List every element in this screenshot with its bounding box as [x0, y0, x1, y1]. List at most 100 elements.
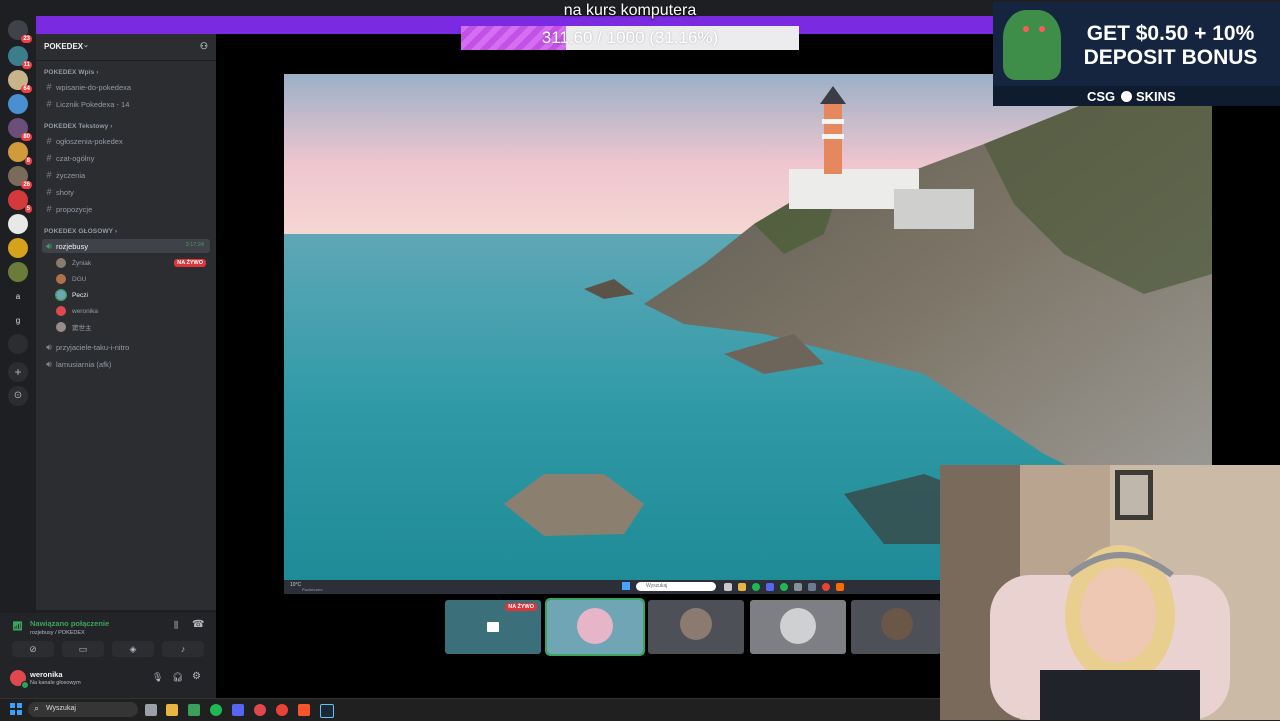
microphone-icon[interactable]: 🎙︎ — [152, 672, 163, 683]
hash-icon: # — [46, 99, 52, 109]
server-icon[interactable]: 64 — [8, 70, 32, 93]
text-channel[interactable]: # propozycje — [42, 202, 210, 216]
participant-thumbnail[interactable] — [851, 600, 941, 654]
hash-icon: # — [46, 153, 52, 163]
task-view-icon[interactable] — [145, 704, 157, 716]
text-channel[interactable]: # shoty — [42, 185, 210, 199]
speaker-icon: 🔊︎ — [46, 341, 52, 352]
server-icon[interactable] — [8, 262, 28, 282]
voice-user[interactable]: Żyniak NA ŻYWO — [56, 256, 206, 270]
participant-thumbnail-speaking[interactable] — [545, 598, 645, 656]
brave-icon[interactable] — [298, 704, 310, 716]
live-badge: NA ŻYWO — [505, 603, 537, 611]
app-icon[interactable] — [254, 704, 266, 716]
participant-thumbnail[interactable] — [750, 600, 846, 654]
server-letter-icon[interactable]: g — [0, 316, 36, 325]
server-icon[interactable]: 11 — [8, 46, 32, 69]
noise-suppression-icon[interactable]: ⫼ — [174, 620, 178, 631]
server-icon[interactable]: 5 — [8, 190, 32, 213]
direct-messages-icon[interactable]: 23 — [8, 20, 32, 43]
avatar — [56, 258, 66, 268]
gear-icon[interactable]: ⚙ — [192, 671, 201, 682]
text-channel[interactable]: # życzenia — [42, 168, 210, 182]
category-header[interactable]: POKEDEX Wpis › — [44, 69, 99, 76]
voice-channel[interactable]: 🔊︎ przyjaciele-taku-i-nitro — [42, 340, 210, 354]
activities-icon[interactable]: ◈ — [112, 641, 154, 657]
remote-app-icon — [808, 583, 816, 591]
server-icon[interactable] — [8, 334, 28, 354]
goal-progress-text: 311.60 / 1000 (31.16%) — [541, 28, 719, 47]
text-channel[interactable]: # czat-ogólny — [42, 151, 210, 165]
remote-chrome-icon — [822, 583, 830, 591]
headphones-icon[interactable]: 🎧︎ — [172, 672, 183, 683]
store-icon[interactable] — [188, 704, 200, 716]
voice-channel-active[interactable]: 🔊︎ rozjebusy 3:17:24 — [42, 239, 210, 253]
connection-signal-icon: 📶︎ — [12, 621, 24, 631]
remote-app-icon — [794, 583, 802, 591]
search-icon: ⌕ — [34, 703, 40, 713]
camera-toggle-icon[interactable]: ⊘ — [12, 641, 54, 657]
mascot-eye — [1039, 26, 1045, 32]
chrome-icon[interactable] — [276, 704, 288, 716]
avatar — [881, 608, 913, 640]
connection-status: Nawiązano połączenie — [30, 619, 110, 628]
voice-channel[interactable]: 🔊︎ lamusiarnia (afk) — [42, 357, 210, 371]
ad-brand: CSG — [1087, 89, 1116, 104]
category-header[interactable]: POKEDEX GŁOSOWY › — [44, 228, 117, 235]
text-channel[interactable]: # Licznik Pokedexa - 14 — [42, 97, 210, 111]
invite-people-icon[interactable]: ⚇ — [200, 41, 208, 52]
remote-app-icon — [724, 583, 732, 591]
file-explorer-icon[interactable] — [166, 704, 178, 716]
avatar — [577, 608, 613, 644]
connection-location[interactable]: rozjebusy / POKEDEX — [30, 630, 85, 636]
start-icon[interactable] — [10, 703, 22, 715]
spotify-icon[interactable] — [210, 704, 222, 716]
server-icon[interactable]: 8 — [8, 142, 32, 165]
server-letter-icon[interactable]: a — [0, 292, 36, 301]
channel-sidebar: POKEDEX ⌄ ⚇ POKEDEX Wpis › # wpisanie-do-… — [36, 34, 216, 610]
screen-share-icon[interactable]: ▭ — [62, 641, 104, 657]
server-icon[interactable] — [8, 214, 28, 234]
webcam-feed — [940, 465, 1280, 720]
sponsor-banner[interactable]: GET $0.50 + 10% DEPOSIT BONUS CSG SKINS — [993, 2, 1280, 106]
category-header[interactable]: POKEDEX Tekstowy › — [44, 123, 113, 130]
taskbar-search-box[interactable]: ⌕ Wyszukaj — [28, 702, 138, 717]
text-channel[interactable]: # wpisanie-do-pokedexa — [42, 80, 210, 94]
voice-user[interactable]: DGU — [56, 272, 86, 286]
guild-name: POKEDEX — [44, 42, 84, 51]
server-icon[interactable]: 26 — [8, 166, 32, 189]
explore-servers-icon[interactable]: ⊙ — [8, 386, 28, 406]
chevron-down-icon: ⌄ — [83, 42, 89, 49]
username: weronika — [30, 670, 63, 679]
avatar — [56, 306, 66, 316]
voice-user[interactable]: weronika — [56, 304, 98, 318]
screen-share-icon — [487, 622, 499, 632]
speaker-icon: 🔊︎ — [46, 240, 52, 251]
mascot-image — [1003, 10, 1061, 80]
voice-user[interactable]: 窦世主 — [56, 320, 92, 334]
remote-app-icon — [836, 583, 844, 591]
participant-thumbnail[interactable] — [648, 600, 744, 654]
soundboard-icon[interactable]: ♪ — [162, 641, 204, 657]
avatar — [680, 608, 712, 640]
disconnect-icon[interactable]: ☎ — [192, 619, 204, 630]
add-server-icon[interactable]: + — [8, 362, 28, 382]
discord-icon[interactable] — [232, 704, 244, 716]
avatar — [56, 274, 66, 284]
remote-weather-desc: Pochmurno — [302, 587, 323, 592]
steam-icon[interactable] — [320, 704, 334, 718]
server-icon[interactable] — [8, 94, 28, 114]
guild-header[interactable]: POKEDEX ⌄ ⚇ — [36, 34, 216, 61]
avatar — [780, 608, 816, 644]
ad-headline-1: GET $0.50 + 10% — [1086, 22, 1255, 45]
text-channel[interactable]: # ogłoszenia-pokedex — [42, 134, 210, 148]
voice-timer: 3:17:24 — [185, 242, 204, 248]
remote-start-icon — [622, 582, 630, 590]
server-icon[interactable] — [8, 238, 28, 258]
voice-user-speaking[interactable]: Peczi — [55, 288, 88, 302]
server-icon[interactable]: 80 — [8, 118, 32, 141]
goal-title: na kurs komputera — [563, 2, 697, 19]
participant-thumbnail-stream[interactable]: NA ŻYWO — [445, 600, 541, 654]
gear-logo-icon — [1121, 91, 1132, 102]
remote-search-box: Wyszukaj — [636, 582, 716, 591]
